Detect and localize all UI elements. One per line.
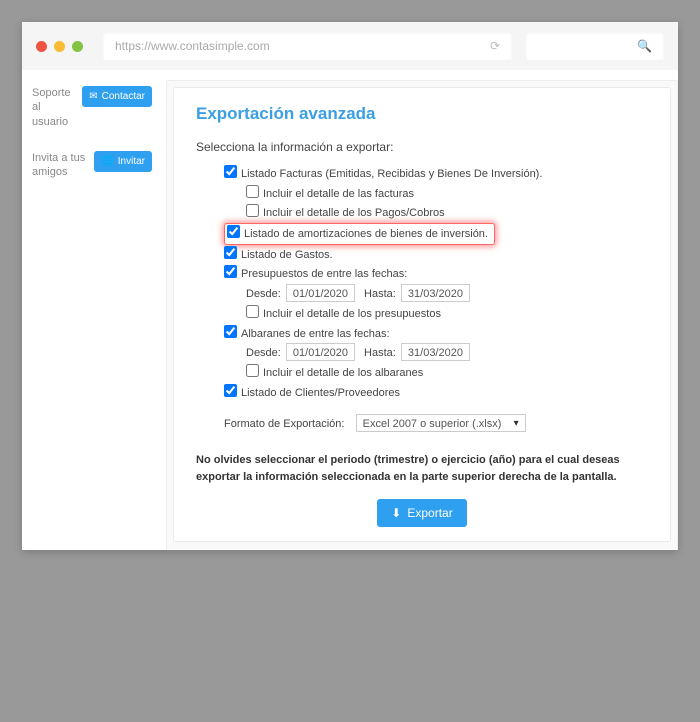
traffic-lights: [36, 41, 83, 52]
panel-title: Exportación avanzada: [196, 104, 648, 124]
opt-presupuestos[interactable]: Presupuestos de entre las fechas:: [224, 264, 648, 284]
app-window: https://www.contasimple.com ⟳ 🔍 Soporte …: [22, 22, 678, 550]
titlebar: https://www.contasimple.com ⟳ 🔍: [22, 22, 678, 70]
highlighted-option: Listado de amortizaciones de bienes de i…: [224, 223, 495, 245]
opt-facturas-detalle[interactable]: Incluir el detalle de las facturas: [246, 184, 648, 204]
warning-text: No olvides seleccionar el periodo (trime…: [196, 452, 648, 485]
body: Soporte al usuario ✉ Contactar Invita a …: [22, 70, 678, 550]
maximize-dot[interactable]: [72, 41, 83, 52]
search-icon[interactable]: 🔍: [637, 39, 652, 53]
invite-label: Invita a tus amigos: [32, 151, 88, 180]
alb-hasta-input[interactable]: 31/03/2020: [401, 343, 470, 361]
globe-icon: 🌐: [101, 156, 113, 167]
faq-section: ¿Tienes problemas para abrir el archivo …: [167, 548, 677, 550]
opt-albaranes[interactable]: Albaranes de entre las fechas:: [224, 324, 648, 344]
content-area: Exportación avanzada Selecciona la infor…: [166, 80, 678, 550]
refresh-icon[interactable]: ⟳: [490, 39, 500, 53]
presu-hasta-input[interactable]: 31/03/2020: [401, 284, 470, 302]
format-row: Formato de Exportación: Excel 2007 o sup…: [196, 414, 648, 432]
export-panel: Exportación avanzada Selecciona la infor…: [173, 87, 671, 542]
url-bar[interactable]: https://www.contasimple.com ⟳: [103, 32, 512, 60]
presu-desde-input[interactable]: 01/01/2020: [286, 284, 355, 302]
alb-desde-input[interactable]: 01/01/2020: [286, 343, 355, 361]
download-icon: ⬇: [391, 506, 401, 520]
contact-button[interactable]: ✉ Contactar: [82, 86, 152, 107]
opt-alb-detalle[interactable]: Incluir el detalle de los albaranes: [246, 363, 648, 383]
close-dot[interactable]: [36, 41, 47, 52]
opt-facturas[interactable]: Listado Facturas (Emitidas, Recibidas y …: [224, 164, 648, 184]
url-text: https://www.contasimple.com: [115, 39, 270, 53]
presupuestos-dates: Desde: 01/01/2020 Hasta: 31/03/2020: [224, 284, 648, 304]
opt-gastos[interactable]: Listado de Gastos.: [224, 245, 648, 265]
albaranes-dates: Desde: 01/01/2020 Hasta: 31/03/2020: [224, 343, 648, 363]
panel-subtitle: Selecciona la información a exportar:: [196, 140, 648, 154]
opt-amortizaciones[interactable]: Listado de amortizaciones de bienes de i…: [227, 224, 488, 244]
minimize-dot[interactable]: [54, 41, 65, 52]
format-select[interactable]: Excel 2007 o superior (.xlsx): [356, 414, 526, 432]
opt-clientes[interactable]: Listado de Clientes/Proveedores: [224, 383, 648, 403]
support-label: Soporte al usuario: [32, 86, 76, 129]
opt-presu-detalle[interactable]: Incluir el detalle de los presupuestos: [246, 304, 648, 324]
invite-button[interactable]: 🌐 Invitar: [94, 151, 152, 172]
sidebar: Soporte al usuario ✉ Contactar Invita a …: [22, 70, 162, 550]
options-list: Listado Facturas (Emitidas, Recibidas y …: [196, 164, 648, 402]
export-button[interactable]: ⬇ Exportar: [377, 499, 466, 527]
search-bar[interactable]: 🔍: [526, 32, 664, 60]
opt-pagos-detalle[interactable]: Incluir el detalle de los Pagos/Cobros: [246, 203, 648, 223]
mail-icon: ✉: [89, 91, 97, 102]
